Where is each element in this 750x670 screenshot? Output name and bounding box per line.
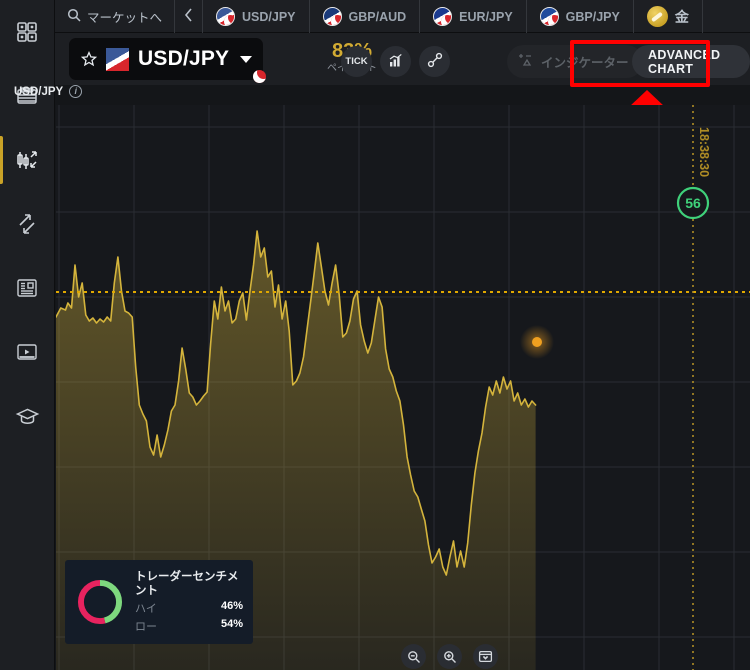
asset-tab-label: GBP/JPY [565, 9, 620, 24]
graduation-cap-icon [15, 404, 40, 429]
market-tab[interactable]: マーケットへ [55, 0, 176, 33]
asset-tab-label: EUR/JPY [459, 9, 513, 24]
asset-tab-gbpjpy[interactable]: GBP/JPY [527, 0, 634, 33]
indicator-icon [518, 53, 534, 70]
sidebar-item-trade[interactable] [0, 192, 55, 256]
sidebar-item-news[interactable] [0, 256, 55, 320]
price-chart[interactable]: 56 18:38:30 トレーダーセンチメント ハイ 46% ロー 54% [56, 105, 750, 670]
asset-tab-gold[interactable]: 金 [634, 0, 703, 33]
candlestick-icon [14, 147, 40, 173]
sidebar-item-chart[interactable] [0, 128, 55, 192]
indicators-label: インジケーター [541, 56, 629, 70]
asset-tab-usdjpy[interactable]: USD/JPY [203, 0, 310, 33]
sidebar-item-education[interactable] [0, 384, 55, 448]
sidebar-item-dashboard[interactable] [0, 0, 55, 64]
sentiment-high-value: 46% [220, 600, 243, 612]
flag-icon-usd [216, 7, 236, 26]
sidebar-item-video[interactable] [0, 320, 55, 384]
asset-tab-label: 金 [674, 8, 689, 25]
asset-tab-eurjpy[interactable]: EUR/JPY [420, 0, 527, 33]
flag-icon-gbp [539, 7, 559, 26]
asset-tab-label: GBP/AUD [348, 9, 407, 24]
sentiment-title: トレーダーセンチメント [135, 571, 239, 597]
chart-toolbar: USD/JPY 83% ペイアウト TICK [55, 33, 750, 85]
sentiment-low-label: ロー [135, 621, 157, 633]
newspaper-icon [15, 276, 39, 300]
symbol-selector[interactable]: USD/JPY [69, 38, 264, 80]
flag-icon-usd [106, 47, 129, 71]
left-sidebar [0, 0, 55, 670]
search-icon [67, 8, 81, 25]
sentiment-low-value: 54% [220, 618, 243, 630]
chevron-left-icon [184, 8, 193, 25]
drawing-tools-button[interactable] [419, 46, 450, 77]
video-icon [15, 340, 39, 364]
trading-platform: マーケットへ USD/JPY GBP/AUD EUR/JPY GBP/JPY 金… [0, 0, 750, 670]
asset-tab-label: USD/JPY [242, 9, 296, 24]
asset-tab-bar: マーケットへ USD/JPY GBP/AUD EUR/JPY GBP/JPY 金 [55, 0, 750, 33]
symbol-label: USD/JPY [138, 47, 230, 70]
flag-icon-eur [433, 7, 453, 26]
advanced-chart-button[interactable]: ADVANCED CHART [632, 45, 750, 78]
current-price-dot [532, 337, 542, 347]
trader-sentiment-widget: トレーダーセンチメント ハイ 46% ロー 54% [65, 560, 253, 644]
sentiment-body: トレーダーセンチメント ハイ 46% ロー 54% [135, 570, 243, 634]
chevron-down-icon [240, 55, 253, 63]
tick-button[interactable]: TICK [341, 46, 372, 77]
arrows-icon [15, 212, 39, 236]
chart-zoom-controls [401, 644, 498, 669]
chart-symbol-label-row: USD/JPY i [14, 85, 83, 98]
flag-icon-gbp-aud [322, 7, 342, 26]
zoom-in-button[interactable] [437, 644, 462, 669]
market-tab-label: マーケットへ [87, 11, 163, 25]
star-icon[interactable] [80, 50, 98, 67]
fit-chart-button[interactable] [473, 644, 498, 669]
sentiment-high-label: ハイ [135, 603, 157, 615]
countdown-value: 56 [685, 195, 701, 211]
asset-tab-gbpaud[interactable]: GBP/AUD [310, 0, 421, 33]
indicators-button[interactable]: インジケーター [507, 45, 643, 78]
zoom-out-button[interactable] [401, 644, 426, 669]
tabs-scroll-left-button[interactable] [175, 0, 204, 33]
expiry-time-label: 18:38:30 [697, 127, 711, 177]
sentiment-row-low: ロー 54% [135, 618, 243, 634]
chart-type-button[interactable] [380, 46, 411, 77]
chart-symbol-label: USD/JPY [14, 85, 64, 98]
line-tool-icon [427, 52, 443, 71]
sentiment-donut-chart [77, 579, 123, 625]
info-icon[interactable]: i [69, 85, 83, 98]
grid-icon [15, 20, 39, 44]
gold-coin-icon [646, 6, 668, 27]
bar-chart-icon [388, 53, 403, 71]
sentiment-row-high: ハイ 46% [135, 600, 243, 616]
